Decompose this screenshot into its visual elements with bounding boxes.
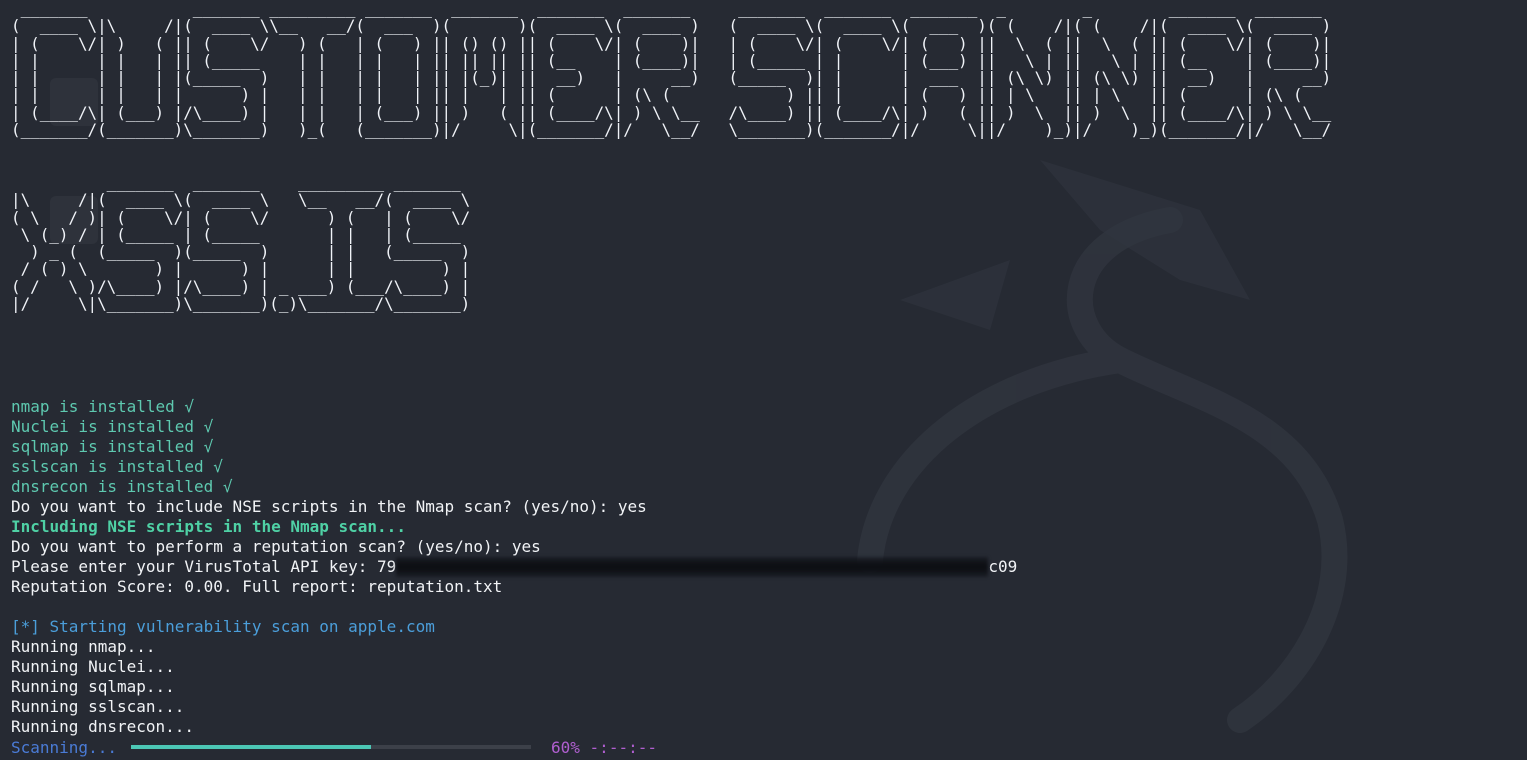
nse-confirm: Including NSE scripts in the Nmap scan..… (11, 517, 406, 536)
output-lines: nmap is installed √ Nuclei is installed … (11, 397, 1017, 757)
api-key-prompt: Please enter your VirusTotal API key: 79 (11, 557, 397, 576)
running-nuclei: Running Nuclei... (11, 657, 175, 676)
ascii-banner-title: _______ _______ _________ _______ ______… (11, 0, 1332, 140)
status-nmap-installed: nmap is installed √ (11, 397, 195, 416)
api-key-tail: c09 (988, 557, 1018, 576)
progress-percent: 60% -:--:-- (551, 737, 657, 757)
progress-fill (131, 745, 371, 749)
progress-label: Scanning... (11, 737, 117, 757)
redacted-api-key (396, 557, 989, 577)
reputation-prompt: Do you want to perform a reputation scan… (11, 537, 541, 556)
running-nmap: Running nmap... (11, 637, 156, 656)
reputation-score: Reputation Score: 0.00. Full report: rep… (11, 577, 503, 596)
running-dnsrecon: Running dnsrecon... (11, 717, 195, 736)
status-nuclei-installed: Nuclei is installed √ (11, 417, 214, 436)
status-sqlmap-installed: sqlmap is installed √ (11, 437, 214, 456)
running-sqlmap: Running sqlmap... (11, 677, 175, 696)
progress-row: Scanning... 60% -:--:-- (11, 737, 1017, 757)
running-sslscan: Running sslscan... (11, 697, 185, 716)
ascii-banner-version: _______ _______ _________ _______ |\ /|(… (11, 173, 471, 314)
nse-prompt: Do you want to include NSE scripts in th… (11, 497, 647, 516)
api-key-line: Please enter your VirusTotal API key: 79… (11, 557, 1017, 577)
status-sslscan-installed: sslscan is installed √ (11, 457, 223, 476)
progress-bar (131, 745, 531, 749)
progress-eta: -:--:-- (589, 737, 657, 757)
status-dnsrecon-installed: dnsrecon is installed √ (11, 477, 233, 496)
vuln-scan-start: [*] Starting vulnerability scan on apple… (11, 617, 435, 636)
